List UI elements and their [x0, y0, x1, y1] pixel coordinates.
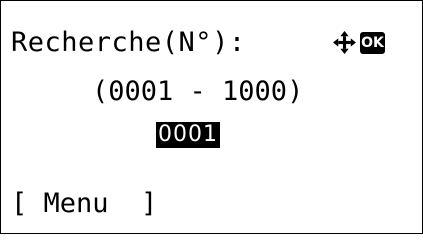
menu-softkey[interactable]: [ Menu ]	[11, 188, 157, 220]
four-way-arrow-icon	[333, 31, 356, 54]
number-input[interactable]: 0001	[156, 122, 220, 148]
lcd-screen: Recherche(N°): OK (0001 - 1000) 0001 [ M…	[0, 0, 423, 234]
page-title: Recherche(N°):	[11, 27, 246, 58]
ok-icon: OK	[360, 31, 385, 54]
navigation-hint: OK	[332, 30, 385, 55]
range-label: (0001 - 1000)	[92, 76, 304, 107]
